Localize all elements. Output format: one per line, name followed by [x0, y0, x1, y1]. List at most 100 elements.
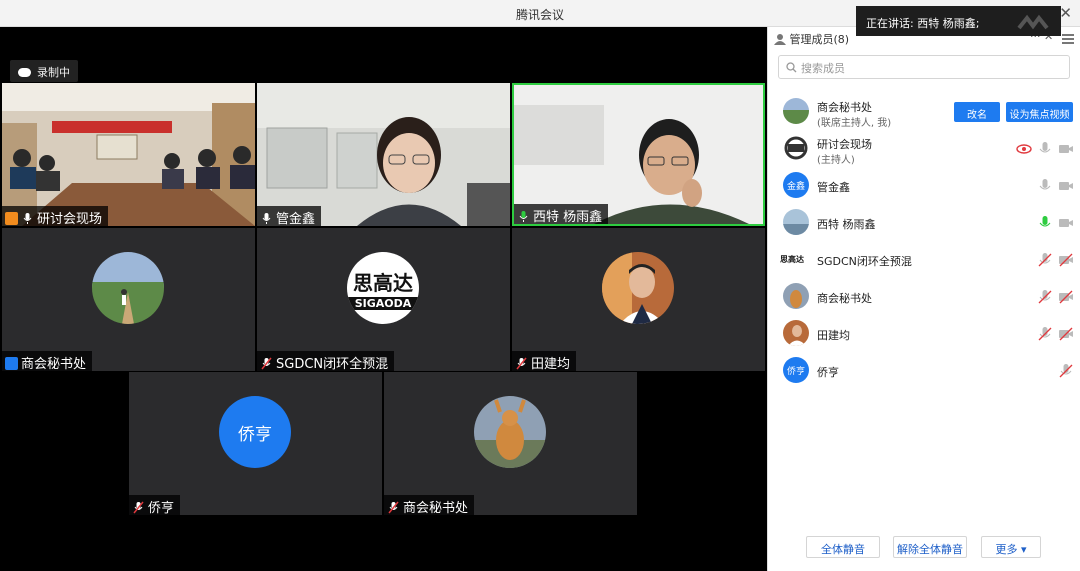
video-stage: 录制中 研讨会现场 管金鑫 西特 杨雨鑫 商会秘书处 思高达 SIGAODA S…: [0, 27, 767, 571]
avatar-text: 金鑫: [786, 182, 805, 192]
avatar-text: 侨亨: [238, 425, 272, 445]
tencent-meeting-logo-icon: [1017, 14, 1049, 30]
avatar-text: 思高达: [780, 255, 804, 264]
mic-icon: [262, 213, 271, 224]
member-name: 侨亨: [817, 366, 839, 379]
avatar: [602, 252, 674, 324]
participant-video: [257, 83, 510, 226]
camera-off-icon[interactable]: [1058, 326, 1074, 342]
mic-icon[interactable]: [1037, 141, 1053, 157]
host-icon: [5, 212, 18, 225]
member-search-input[interactable]: 搜索成员: [778, 55, 1070, 79]
mic-muted-icon[interactable]: [1037, 326, 1053, 342]
member-role: (主持人): [817, 155, 855, 166]
recording-badge[interactable]: 录制中: [10, 60, 78, 82]
member-avatar: [783, 209, 809, 235]
mute-all-button[interactable]: 全体静音: [806, 536, 880, 558]
speaking-indicator: 正在讲话: 西特 杨雨鑫;: [856, 6, 1061, 36]
member-name: 商会秘书处: [817, 292, 872, 305]
avatar: [92, 252, 164, 324]
tile-label: SGDCN闭环全预混: [257, 351, 395, 371]
unmute-all-button[interactable]: 解除全体静音: [893, 536, 967, 558]
avatar: 侨亨: [219, 396, 291, 468]
menu-icon[interactable]: [1062, 33, 1074, 45]
camera-off-icon[interactable]: [1058, 289, 1074, 305]
member-avatar: [783, 135, 809, 161]
mic-active-icon[interactable]: [1037, 215, 1053, 231]
member-avatar: [783, 320, 809, 346]
member-row[interactable]: 思高达 SGDCN闭环全预混: [768, 243, 1080, 277]
member-name: 研讨会现场: [817, 138, 872, 151]
mic-muted-icon: [133, 501, 144, 514]
member-panel: 管理成员(8) ··· ✕ 搜索成员 商会秘书处 (联席主持人, 我) 改名 设…: [767, 27, 1080, 571]
tile-name: 商会秘书处: [403, 501, 469, 515]
tile-label: 田建均: [512, 351, 577, 371]
mic-muted-icon: [261, 357, 272, 370]
search-icon: [786, 62, 797, 73]
member-name: 田建均: [817, 329, 850, 342]
member-avatar: [783, 283, 809, 309]
avatar-text: 侨亨: [786, 367, 805, 377]
tile-label: 研讨会现场: [2, 206, 109, 226]
camera-icon[interactable]: [1058, 141, 1074, 157]
mic-muted-icon[interactable]: [1037, 252, 1053, 268]
conference-room-video: [2, 83, 255, 226]
rename-button[interactable]: 改名: [954, 102, 1000, 122]
member-name: 商会秘书处: [817, 101, 872, 114]
video-tile-participant[interactable]: 思高达 SIGAODA SGDCN闭环全预混: [257, 228, 510, 371]
window-close-button[interactable]: ✕: [1059, 4, 1072, 22]
member-row[interactable]: 侨亨 侨亨: [768, 354, 1080, 388]
meeting-window: 腾讯会议 ✕ 正在讲话: 西特 杨雨鑫; 录制中 研讨会现场 管金鑫 西特 杨雨…: [0, 0, 1080, 571]
avatar: [474, 396, 546, 468]
cloud-icon: [18, 68, 31, 77]
mic-icon: [23, 213, 32, 224]
mic-icon[interactable]: [1037, 178, 1053, 194]
avatar: 思高达 SIGAODA: [347, 252, 419, 324]
sigaoda-logo-text: 思高达: [353, 271, 413, 295]
tile-name: 研讨会现场: [37, 212, 103, 226]
more-options-button[interactable]: 更多 ▾: [981, 536, 1041, 558]
tile-name: 西特 杨雨鑫: [533, 210, 603, 225]
tile-name: SGDCN闭环全预混: [276, 357, 389, 371]
mic-muted-icon[interactable]: [1037, 289, 1053, 305]
recording-label: 录制中: [37, 66, 70, 79]
member-avatar: 侨亨: [783, 357, 809, 383]
search-placeholder: 搜索成员: [801, 62, 845, 75]
camera-icon[interactable]: [1058, 178, 1074, 194]
video-tile-participant[interactable]: 商会秘书处: [384, 372, 637, 515]
video-tile-participant[interactable]: 商会秘书处: [2, 228, 255, 371]
video-tile-venue[interactable]: 研讨会现场: [2, 83, 255, 226]
video-tile-participant[interactable]: 侨亨 侨亨: [129, 372, 382, 515]
camera-icon[interactable]: [1058, 215, 1074, 231]
members-icon: [774, 34, 786, 45]
tile-name: 侨亨: [148, 501, 175, 515]
video-tile-participant[interactable]: 田建均: [512, 228, 765, 371]
mic-active-icon: [519, 211, 528, 222]
member-name: 西特 杨雨鑫: [817, 218, 876, 231]
panel-title: 管理成员(8): [789, 33, 850, 46]
co-host-icon: [5, 357, 18, 370]
tile-label: 侨亨: [129, 495, 181, 515]
member-row[interactable]: 西特 杨雨鑫: [768, 206, 1080, 240]
sigaoda-logo-subtext: SIGAODA: [347, 297, 419, 310]
member-avatar: [783, 98, 809, 124]
camera-off-icon[interactable]: [1058, 252, 1074, 268]
mic-muted-icon: [516, 357, 527, 370]
set-focus-video-button[interactable]: 设为焦点视频: [1006, 102, 1073, 122]
recording-eye-icon: [1016, 144, 1032, 154]
member-row[interactable]: 商会秘书处: [768, 280, 1080, 314]
member-row[interactable]: 金鑫 管金鑫: [768, 169, 1080, 203]
member-name: SGDCN闭环全预混: [817, 255, 912, 268]
member-row[interactable]: 研讨会现场 (主持人): [768, 132, 1080, 166]
mic-muted-icon: [388, 501, 399, 514]
member-row[interactable]: 商会秘书处 (联席主持人, 我) 改名 设为焦点视频: [768, 95, 1080, 129]
tile-name: 管金鑫: [276, 212, 316, 226]
tile-label: 管金鑫: [257, 206, 322, 226]
member-name: 管金鑫: [817, 181, 850, 194]
tile-name: 田建均: [531, 357, 571, 371]
mic-muted-icon[interactable]: [1058, 363, 1074, 379]
member-role: (联席主持人, 我): [817, 118, 892, 129]
member-row[interactable]: 田建均: [768, 317, 1080, 351]
video-tile-participant[interactable]: 管金鑫: [257, 83, 510, 226]
video-tile-active-speaker[interactable]: 西特 杨雨鑫: [512, 83, 765, 226]
